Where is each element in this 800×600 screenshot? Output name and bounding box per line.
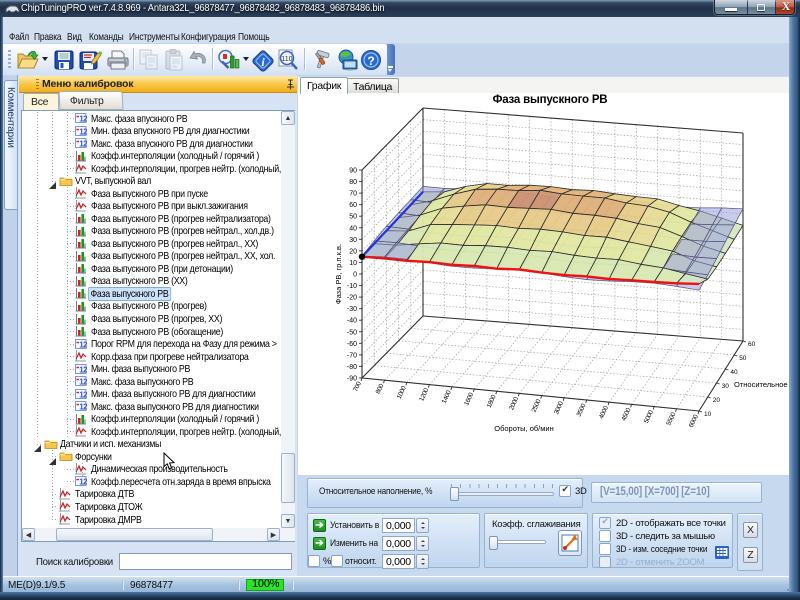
svg-text:Фаза РВ, гр.п.к.в.: Фаза РВ, гр.п.к.в. <box>334 244 343 304</box>
svg-text:?: ? <box>367 54 374 68</box>
svg-text:Фаза выпускного РВ: Фаза выпускного РВ <box>493 94 608 106</box>
svg-text:40: 40 <box>730 369 738 376</box>
svg-text:-70: -70 <box>347 352 357 359</box>
svg-text:-80: -80 <box>347 364 357 371</box>
svg-text:-40: -40 <box>347 318 357 325</box>
svg-text:70: 70 <box>349 191 357 198</box>
svg-text:10: 10 <box>349 260 357 267</box>
svg-text:Обороты, об/мин: Обороты, об/мин <box>494 424 554 433</box>
svg-text:20: 20 <box>713 397 721 404</box>
svg-text:50: 50 <box>349 214 357 221</box>
svg-text:-20: -20 <box>347 295 357 302</box>
svg-text:50: 50 <box>739 355 747 362</box>
svg-text:Относительное н: Относительное н <box>734 380 790 389</box>
svg-text:12: 12 <box>79 140 87 149</box>
svg-text:12: 12 <box>79 340 87 349</box>
svg-text:12: 12 <box>79 127 87 136</box>
svg-text:-10: -10 <box>347 283 357 290</box>
svg-text:12: 12 <box>79 378 87 387</box>
svg-text:12: 12 <box>79 390 87 399</box>
svg-text:20: 20 <box>349 248 357 255</box>
svg-text:12: 12 <box>79 478 87 487</box>
svg-text:30: 30 <box>349 237 357 244</box>
svg-text:12: 12 <box>79 115 87 124</box>
svg-text:-60: -60 <box>347 341 357 348</box>
svg-text:10: 10 <box>704 411 712 418</box>
svg-text:110: 110 <box>281 56 292 63</box>
svg-text:40: 40 <box>349 225 357 232</box>
svg-text:30: 30 <box>722 383 730 390</box>
svg-text:12: 12 <box>79 365 87 374</box>
svg-text:-30: -30 <box>347 306 357 313</box>
svg-text:60: 60 <box>349 202 357 209</box>
svg-text:12: 12 <box>79 403 87 412</box>
svg-text:80: 80 <box>349 179 357 186</box>
svg-text:90: 90 <box>349 168 357 175</box>
svg-text:-50: -50 <box>347 329 357 336</box>
svg-text:0: 0 <box>353 272 357 279</box>
svg-text:60: 60 <box>748 341 756 348</box>
